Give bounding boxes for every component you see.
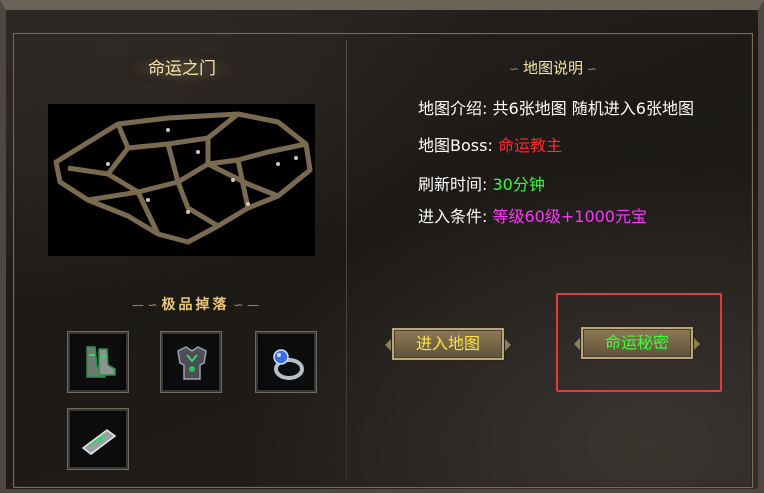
drop-slot-armor[interactable] bbox=[160, 331, 222, 393]
title-ornament-right-2: ∽ bbox=[583, 62, 597, 76]
requirement-label: 进入条件: bbox=[418, 207, 488, 226]
info-row-refresh: 刷新时间: 30分钟 bbox=[418, 174, 545, 196]
panel-divider bbox=[346, 40, 347, 483]
ring-icon bbox=[273, 349, 304, 380]
drop-slot-bracer[interactable] bbox=[67, 408, 129, 470]
map-preview-image bbox=[53, 111, 313, 245]
boss-label: 地图Boss: bbox=[418, 136, 493, 155]
map-info-label: 地图说明 bbox=[522, 59, 583, 77]
intro-value: 共6张地图 随机进入6张地图 bbox=[492, 99, 694, 118]
intro-label: 地图介绍: bbox=[418, 99, 488, 118]
title-ornament-left: — ∽ bbox=[131, 298, 162, 312]
info-row-boss: 地图Boss: 命运教主 bbox=[418, 135, 562, 157]
refresh-value: 30分钟 bbox=[492, 175, 545, 194]
armor-icon bbox=[177, 346, 207, 380]
info-row-intro: 地图介绍: 共6张地图 随机进入6张地图 bbox=[418, 98, 694, 120]
enter-map-button[interactable]: 进入地图 bbox=[385, 327, 511, 361]
title-ornament-left-2: ∽ bbox=[509, 62, 523, 76]
info-row-requirement: 进入条件: 等级60级+1000元宝 bbox=[418, 206, 647, 228]
map-info-title: ∽ 地图说明 ∽ bbox=[488, 56, 618, 80]
requirement-value: 等级60级+1000元宝 bbox=[492, 207, 648, 226]
boss-value: 命运教主 bbox=[497, 136, 562, 155]
drop-slot-ring[interactable] bbox=[255, 331, 317, 393]
bracer-icon bbox=[81, 429, 117, 455]
drop-slot-boots[interactable] bbox=[67, 331, 129, 393]
highlight-box bbox=[556, 293, 722, 392]
top-drops-title: — ∽ 极品掉落 ∽ — bbox=[108, 292, 283, 318]
map-name-title: 命运之门 bbox=[128, 54, 236, 84]
title-ornament-right: ∽ — bbox=[229, 298, 260, 312]
boots-icon bbox=[86, 346, 116, 378]
refresh-label: 刷新时间: bbox=[418, 175, 488, 194]
map-preview bbox=[48, 104, 315, 256]
top-drops-label: 极品掉落 bbox=[161, 297, 230, 313]
